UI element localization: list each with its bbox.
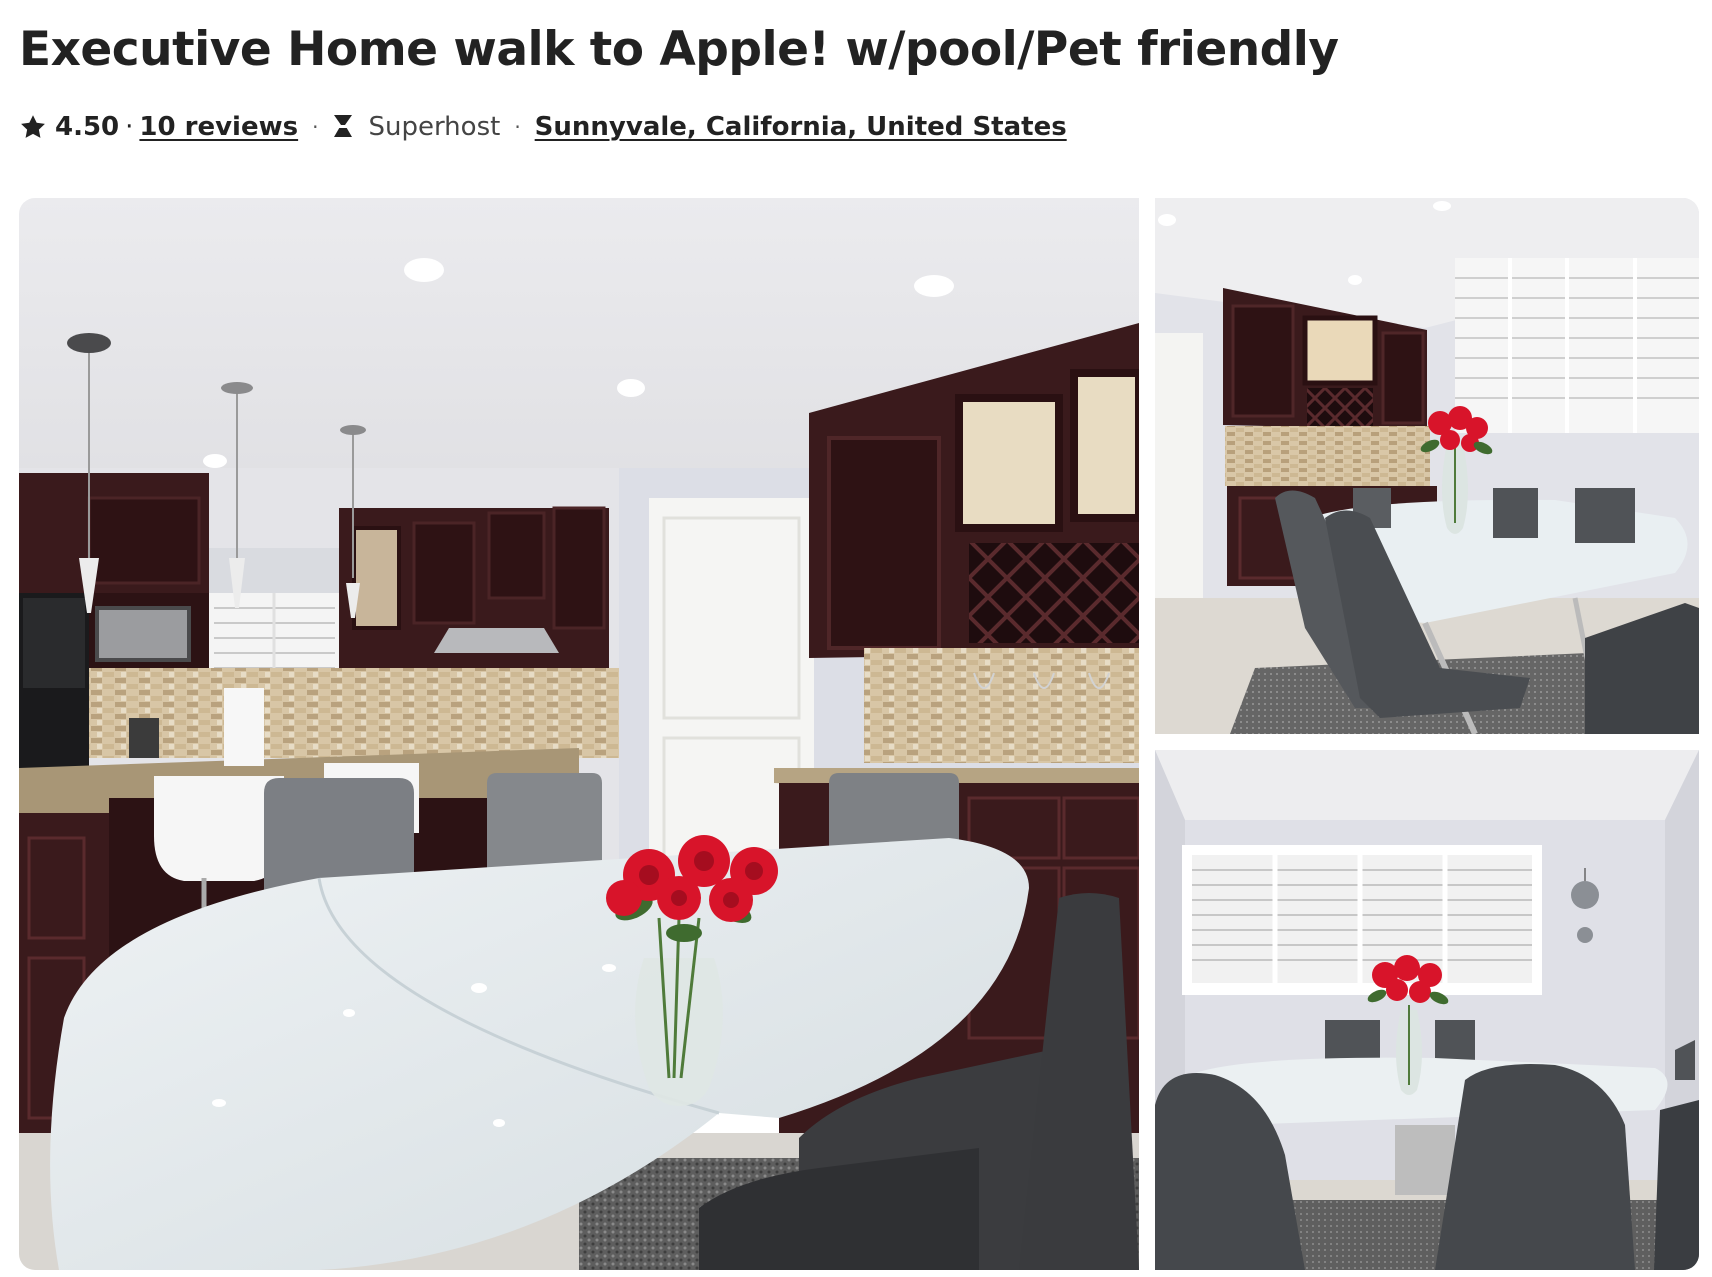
dining-room-photo — [1155, 750, 1699, 1270]
listing-meta-bar: 4.50 · 10 reviews · Superhost · Sunnyval… — [19, 108, 1067, 146]
superhost-label: Superhost — [368, 112, 501, 142]
reviews-link[interactable]: 10 reviews — [139, 112, 298, 142]
dining-area-photo — [1155, 198, 1699, 734]
gallery-photo-main[interactable] — [19, 198, 1139, 1270]
meta-separator: · — [312, 115, 319, 139]
listing-title: Executive Home walk to Apple! w/pool/Pet… — [19, 22, 1339, 77]
location-link[interactable]: Sunnyvale, California, United States — [535, 112, 1067, 142]
star-icon — [21, 115, 45, 138]
gallery-photo-3[interactable] — [1155, 750, 1699, 1270]
meta-separator: · — [514, 115, 521, 139]
kitchen-dining-photo — [19, 198, 1139, 1270]
rating-separator: · — [125, 112, 134, 142]
rating-value: 4.50 — [55, 112, 120, 142]
gallery-photo-2[interactable] — [1155, 198, 1699, 734]
photo-gallery — [19, 198, 1699, 1270]
superhost-badge-icon — [334, 115, 353, 137]
